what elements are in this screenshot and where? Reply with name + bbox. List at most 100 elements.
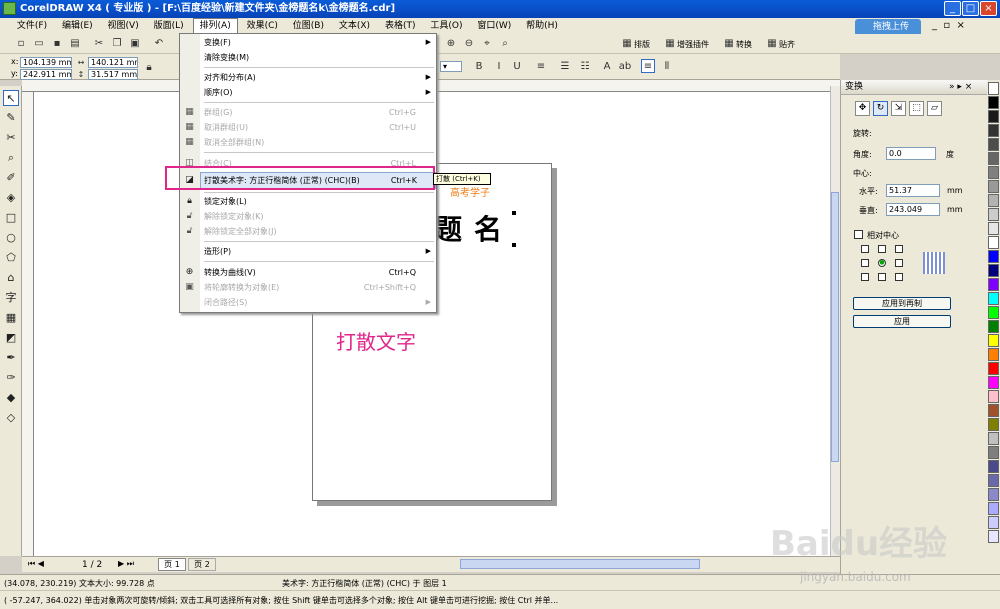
rectangle-tool-icon[interactable]: □ xyxy=(3,210,19,226)
interactive-fill-icon[interactable]: ◇ xyxy=(3,410,19,426)
y-position-field[interactable]: 242.911 mm xyxy=(20,69,72,80)
color-swatch[interactable] xyxy=(988,390,999,403)
position-mode-icon[interactable]: ✥ xyxy=(855,101,870,116)
eyedropper-icon[interactable]: ✒ xyxy=(3,350,19,366)
color-swatch[interactable] xyxy=(988,432,999,445)
color-swatch[interactable] xyxy=(988,82,999,95)
menu-item-align-distribute[interactable]: 对齐和分布(A) ▶ xyxy=(204,70,434,85)
menu-view[interactable]: 视图(V) xyxy=(102,18,145,34)
cut-icon[interactable]: ✂ xyxy=(92,37,106,51)
color-swatch[interactable] xyxy=(988,222,999,235)
color-swatch[interactable] xyxy=(988,180,999,193)
color-swatch[interactable] xyxy=(988,516,999,529)
smart-fill-icon[interactable]: ◈ xyxy=(3,190,19,206)
horizontal-text-icon[interactable]: ≡ xyxy=(641,59,655,73)
zoom-page-icon[interactable]: ⌕ xyxy=(498,37,512,51)
x-position-field[interactable]: 104.139 mm xyxy=(20,57,72,68)
close-button[interactable]: × xyxy=(980,1,997,16)
color-swatch[interactable] xyxy=(988,362,999,375)
anchor-grid[interactable]: ● xyxy=(861,245,919,285)
pick-tool-icon[interactable]: ↖ xyxy=(3,90,19,106)
crop-tool-icon[interactable]: ✂ xyxy=(3,130,19,146)
color-swatch[interactable] xyxy=(988,348,999,361)
undo-icon[interactable]: ↶ xyxy=(152,37,166,51)
menu-window[interactable]: 窗口(W) xyxy=(471,18,517,34)
table-tool-icon[interactable]: ▦ xyxy=(3,310,19,326)
color-swatch[interactable] xyxy=(988,250,999,263)
color-swatch[interactable] xyxy=(988,138,999,151)
scale-mode-icon[interactable]: ⇲ xyxy=(891,101,906,116)
color-swatch[interactable] xyxy=(988,96,999,109)
width-field[interactable]: 140.121 mm xyxy=(88,57,138,68)
menu-text[interactable]: 文本(X) xyxy=(333,18,376,34)
interactive-tool-icon[interactable]: ◩ xyxy=(3,330,19,346)
copy-icon[interactable]: ❐ xyxy=(110,37,124,51)
menu-item-unlock[interactable]: 解除锁定对象(K) xyxy=(204,209,434,224)
rotate-mode-icon[interactable]: ↻ xyxy=(873,101,888,116)
freehand-tool-icon[interactable]: ✐ xyxy=(3,170,19,186)
size-dropdown[interactable]: ▾ xyxy=(440,61,462,72)
menu-item-order[interactable]: 顺序(O) ▶ xyxy=(204,85,434,100)
color-swatch[interactable] xyxy=(988,236,999,249)
menu-layout[interactable]: 版面(L) xyxy=(148,18,190,34)
menu-edit[interactable]: 编辑(E) xyxy=(56,18,99,34)
menu-tools[interactable]: 工具(O) xyxy=(424,18,468,34)
vertical-text-icon[interactable]: ⦀ xyxy=(660,60,674,74)
color-swatch[interactable] xyxy=(988,418,999,431)
color-swatch[interactable] xyxy=(988,278,999,291)
vertical-field[interactable]: 243.049 xyxy=(886,203,940,216)
color-swatch[interactable] xyxy=(988,474,999,487)
relative-center-checkbox[interactable] xyxy=(854,230,863,239)
selected-artistic-text[interactable]: 题名 xyxy=(434,208,514,248)
color-swatch[interactable] xyxy=(988,460,999,473)
paiban-icon[interactable]: ▦ xyxy=(620,37,634,51)
doc-window-controls[interactable]: _ ▫ × xyxy=(932,20,965,31)
apply-button[interactable]: 应用 xyxy=(853,315,951,328)
convert-icon[interactable]: ▦ xyxy=(722,37,736,51)
menu-effects[interactable]: 效果(C) xyxy=(241,18,284,34)
character-icon[interactable]: A xyxy=(600,60,614,74)
enhance-button[interactable]: 增强插件 xyxy=(677,39,709,50)
lock-ratio-icon[interactable]: 🔒︎ xyxy=(142,61,156,75)
color-swatch[interactable] xyxy=(988,488,999,501)
color-swatch[interactable] xyxy=(988,502,999,515)
snap-icon[interactable]: ▦ xyxy=(765,37,779,51)
menu-item-shaping[interactable]: 造形(P) ▶ xyxy=(204,244,434,259)
zoom-out-icon[interactable]: ⊖ xyxy=(462,37,476,51)
basic-shapes-icon[interactable]: ⌂ xyxy=(3,270,19,286)
bullet-icon[interactable]: ☰ xyxy=(558,60,572,74)
page-tab-1[interactable]: 页 1 xyxy=(158,558,186,571)
minimize-button[interactable]: _ xyxy=(944,1,961,16)
height-field[interactable]: 31.517 mm xyxy=(88,69,138,80)
color-swatch[interactable] xyxy=(988,530,999,543)
color-swatch[interactable] xyxy=(988,446,999,459)
bold-icon[interactable]: B xyxy=(472,60,486,74)
menu-item-group[interactable]: 群组(G) Ctrl+G xyxy=(204,105,434,120)
last-page-icon[interactable]: ▶ ⏭ xyxy=(118,559,134,569)
menu-item-clear-transform[interactable]: 清除变换(M) xyxy=(204,50,434,65)
paste-icon[interactable]: ▣ xyxy=(128,37,142,51)
fill-tool-icon[interactable]: ◆ xyxy=(3,390,19,406)
menu-arrange[interactable]: 排列(A) xyxy=(192,18,238,33)
print-icon[interactable]: ▤ xyxy=(68,37,82,51)
menu-file[interactable]: 文件(F) xyxy=(11,18,53,34)
enhance-icon[interactable]: ▦ xyxy=(663,37,677,51)
text-tool-icon[interactable]: 字 xyxy=(3,290,19,306)
menu-item-ungroup[interactable]: 取消群组(U) Ctrl+U xyxy=(204,120,434,135)
shape-tool-icon[interactable]: ✎ xyxy=(3,110,19,126)
color-swatch[interactable] xyxy=(988,334,999,347)
open-icon[interactable]: ▭ xyxy=(32,37,46,51)
color-swatch[interactable] xyxy=(988,152,999,165)
color-swatch[interactable] xyxy=(988,264,999,277)
polygon-tool-icon[interactable]: ⬠ xyxy=(3,250,19,266)
zoom-tool-icon[interactable]: ⌕ xyxy=(3,150,19,166)
menu-item-convert-curves[interactable]: 转换为曲线(V) Ctrl+Q xyxy=(204,265,434,280)
size-mode-icon[interactable]: ⬚ xyxy=(909,101,924,116)
new-icon[interactable]: ▫ xyxy=(14,37,28,51)
menu-item-ungroup-all[interactable]: 取消全部群组(N) xyxy=(204,135,434,150)
menu-item-unlock-all[interactable]: 解除锁定全部对象(J) xyxy=(204,224,434,239)
skew-mode-icon[interactable]: ▱ xyxy=(927,101,942,116)
color-swatch[interactable] xyxy=(988,166,999,179)
apply-to-duplicate-button[interactable]: 应用到再制 xyxy=(853,297,951,310)
outline-tool-icon[interactable]: ✑ xyxy=(3,370,19,386)
